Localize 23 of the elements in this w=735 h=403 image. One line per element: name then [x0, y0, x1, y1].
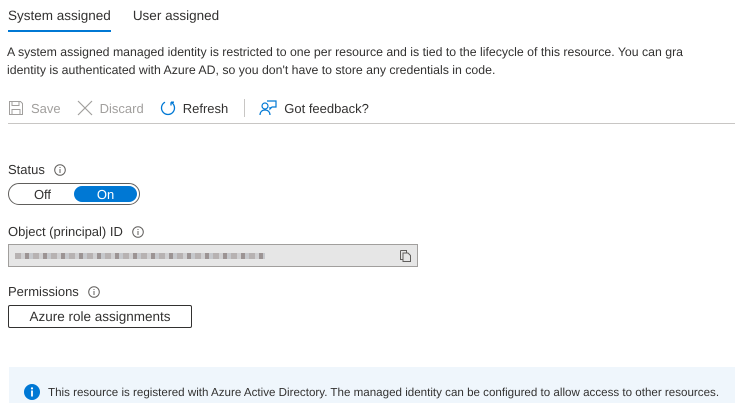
info-icon — [132, 226, 144, 238]
refresh-icon — [160, 100, 176, 116]
info-icon — [54, 164, 66, 176]
refresh-button[interactable]: Refresh — [160, 100, 228, 116]
save-icon — [8, 100, 24, 116]
role-assignments-button[interactable]: Azure role assignments — [8, 305, 192, 328]
description-text: A system assigned managed identity is restricted to one per resource and is tied to the lifecycle of this resource. You can gra identity is authenticated with Azure AD, so you don't have to store any credentials in code. — [7, 44, 684, 79]
tab[interactable]: User assigned — [132, 6, 220, 32]
object-id-field[interactable] — [8, 244, 418, 267]
permissions-label: Permissions — [8, 284, 79, 299]
info-icon — [24, 384, 40, 400]
close-icon — [76, 100, 93, 116]
object-id-label: Object (principal) ID — [8, 224, 123, 239]
feedback-icon — [259, 100, 278, 116]
status-label: Status — [8, 162, 45, 177]
feedback-button[interactable]: Got feedback? — [259, 100, 369, 116]
tab[interactable]: System assigned — [8, 6, 111, 32]
toggle-option[interactable]: Off — [11, 186, 74, 202]
info-icon — [88, 286, 100, 298]
toggle-option[interactable]: On — [74, 186, 137, 202]
info-text: This resource is registered with Azure Active Directory. The managed identity can be configured to allow access to other resources. — [48, 386, 720, 398]
copy-icon[interactable] — [400, 250, 411, 262]
status-toggle[interactable]: Off On — [8, 183, 140, 205]
